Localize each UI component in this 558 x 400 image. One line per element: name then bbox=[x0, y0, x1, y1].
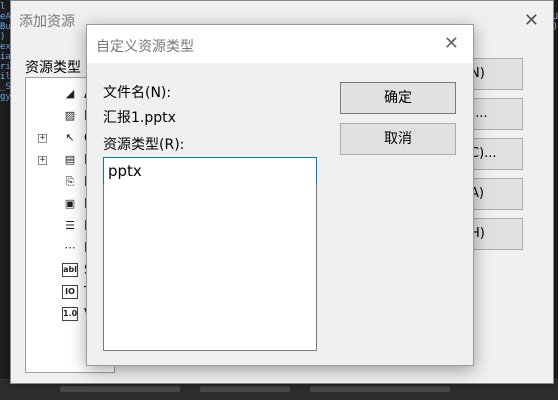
custom-resource-type-dialog: 自定义资源类型 ✕ 文件名(N): 汇报1.pptx 资源类型(R): pptx… bbox=[86, 24, 474, 366]
ribbon-icon: ⋯ bbox=[64, 241, 76, 254]
bitmap-icon: ▨ bbox=[64, 109, 76, 122]
status-segment bbox=[60, 386, 180, 392]
close-icon[interactable]: ✕ bbox=[524, 10, 539, 31]
cancel-button[interactable]: 取消 bbox=[340, 123, 456, 155]
filename-value: 汇报1.pptx bbox=[103, 110, 176, 126]
menu-icon: ☰ bbox=[65, 219, 75, 232]
string-table-icon: abl bbox=[62, 263, 78, 277]
resource-type-label: 资源类型 bbox=[25, 60, 81, 76]
cursor-icon: ↖ bbox=[65, 131, 75, 144]
resource-type-list[interactable] bbox=[103, 184, 317, 351]
status-segment bbox=[310, 386, 450, 392]
html-icon: ⎘ bbox=[65, 175, 75, 188]
add-resource-dialog-title: 添加资源 bbox=[19, 14, 75, 30]
icon-resource-icon: ▣ bbox=[64, 197, 76, 210]
dialog-icon: ▤ bbox=[64, 153, 76, 166]
toolbar-icon: IO bbox=[62, 285, 78, 299]
resource-type-label: 资源类型(R): bbox=[103, 137, 185, 153]
accelerator-icon: ◢ bbox=[65, 87, 75, 100]
filename-label: 文件名(N): bbox=[103, 85, 172, 101]
resource-type-input[interactable]: pptx bbox=[103, 157, 317, 185]
status-segment bbox=[200, 386, 290, 392]
version-icon: 1.0 bbox=[62, 307, 78, 321]
ok-button[interactable]: 确定 bbox=[340, 82, 456, 114]
title-bar: 自定义资源类型 ✕ bbox=[87, 25, 473, 63]
expand-icon[interactable]: + bbox=[38, 156, 47, 165]
expand-icon[interactable]: + bbox=[38, 134, 47, 143]
custom-resource-type-dialog-title: 自定义资源类型 bbox=[96, 39, 194, 55]
close-icon[interactable]: ✕ bbox=[444, 33, 459, 54]
